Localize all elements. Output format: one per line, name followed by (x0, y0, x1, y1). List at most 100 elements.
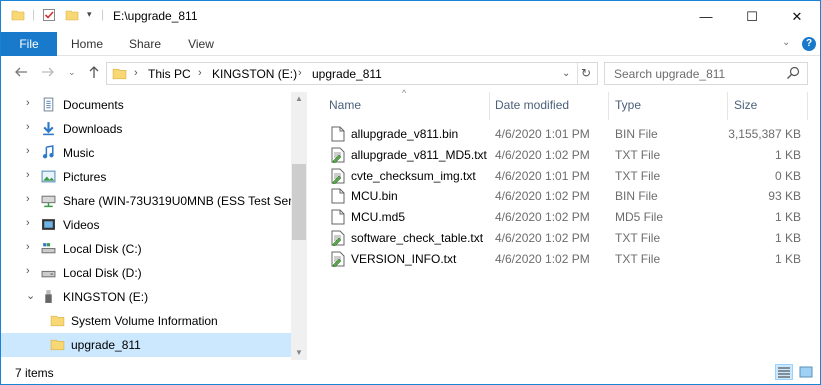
file-size: 1 KB (774, 147, 801, 162)
chevron-right-icon: › (198, 67, 202, 79)
chevron-right-icon: › (298, 67, 302, 79)
nav-item[interactable]: › Pictures (1, 165, 291, 189)
close-button[interactable]: ✕ (774, 1, 820, 32)
breadcrumb-upgrade-811[interactable]: upgrade_811 (312, 67, 382, 81)
file-row[interactable]: software_check_table.txt 4/6/2020 1:02 PM… (327, 227, 807, 248)
nav-item[interactable]: ⌄ KINGSTON (E:) (1, 285, 291, 309)
file-name: MCU.bin (351, 189, 398, 204)
nav-item[interactable]: › Local Disk (C:) (1, 237, 291, 261)
nav-item[interactable]: upgrade_811 (1, 333, 291, 357)
file-name: VERSION_INFO.txt (351, 251, 457, 266)
file-row[interactable]: allupgrade_v811_MD5.txt 4/6/2020 1:02 PM T… (327, 144, 807, 165)
chevron-right-icon[interactable]: › (26, 241, 30, 253)
back-button[interactable] (14, 65, 28, 82)
search-input[interactable]: Search upgrade_811 (604, 62, 808, 85)
chevron-right-icon[interactable]: › (26, 193, 30, 205)
column-divider[interactable] (727, 92, 728, 120)
nav-item[interactable]: › Music (1, 141, 291, 165)
file-name: cvte_checksum_img.txt (351, 168, 476, 183)
details-view-button[interactable] (775, 364, 793, 380)
nav-item-label: upgrade_811 (71, 338, 141, 352)
folder-icon (112, 66, 127, 84)
chevron-right-icon[interactable]: › (26, 97, 30, 109)
nav-item-label: Local Disk (D:) (63, 266, 142, 280)
forward-button[interactable] (41, 65, 55, 82)
text-file-icon (331, 168, 345, 184)
file-row[interactable]: MCU.md5 4/6/2020 1:02 PM MD5 File 1 KB (327, 206, 807, 227)
new-folder-icon[interactable] (65, 8, 79, 25)
tab-share[interactable]: Share (121, 32, 169, 56)
properties-icon[interactable] (42, 8, 56, 25)
large-icons-view-button[interactable] (797, 364, 815, 380)
nav-item[interactable]: › Downloads (1, 117, 291, 141)
chevron-right-icon[interactable]: › (26, 121, 30, 133)
expand-ribbon-icon[interactable]: ⌄ (782, 37, 790, 48)
breadcrumb-kingston[interactable]: KINGSTON (E:) (212, 67, 297, 81)
column-header-date[interactable]: Date modified (495, 98, 569, 112)
help-icon[interactable]: ? (802, 37, 816, 51)
scroll-up-icon[interactable]: ▲ (295, 94, 303, 103)
nav-scrollbar[interactable]: ▲ ▼ (291, 92, 307, 360)
nav-item[interactable]: › Share (WIN-73U319U0MNB (ESS Test Server (1, 189, 307, 213)
nav-item-label: Share (WIN-73U319U0MNB (ESS Test Server (63, 194, 307, 208)
nav-icon (41, 121, 56, 139)
details-view-icon (778, 367, 790, 378)
nav-item-label: Downloads (63, 122, 123, 136)
column-divider[interactable] (807, 92, 808, 120)
nav-item[interactable]: System Volume Information (1, 309, 291, 333)
file-row[interactable]: allupgrade_v811.bin 4/6/2020 1:01 PM BIN F… (327, 123, 807, 144)
recent-locations-icon[interactable]: ⌄ (68, 67, 76, 78)
file-date: 4/6/2020 1:02 PM (495, 231, 590, 245)
tab-file[interactable]: File (1, 32, 57, 56)
file-type-icon (331, 251, 345, 270)
sort-up-icon: ^ (402, 88, 407, 98)
column-divider[interactable] (608, 92, 609, 120)
nav-item[interactable]: › Local Disk (D:) (1, 261, 291, 285)
up-button[interactable] (87, 65, 101, 82)
chevron-right-icon: › (134, 67, 138, 79)
column-header-size[interactable]: Size (734, 98, 757, 112)
breadcrumb-this-pc[interactable]: This PC (148, 67, 191, 81)
customize-toolbar-icon[interactable]: ▾ (87, 9, 92, 20)
folder-icon (11, 8, 25, 25)
nav-icon (41, 289, 56, 307)
file-row[interactable]: cvte_checksum_img.txt 4/6/2020 1:01 PM TXT… (327, 165, 807, 186)
nav-icon (50, 313, 65, 331)
address-dropdown-icon[interactable]: ⌄ (562, 68, 570, 79)
chevron-down-icon[interactable]: ⌄ (26, 289, 35, 302)
file-type-icon (331, 209, 345, 228)
title-bar: | ▾ | E:\upgrade_811 — ☐ ✕ (1, 1, 820, 32)
file-row[interactable]: MCU.bin 4/6/2020 1:02 PM BIN File 93 KB (327, 185, 807, 206)
nav-item-label: Pictures (63, 170, 107, 184)
chevron-right-icon[interactable]: › (26, 169, 30, 181)
minimize-button[interactable]: — (683, 1, 729, 32)
tab-home[interactable]: Home (63, 32, 111, 56)
refresh-icon[interactable]: ↻ (581, 66, 591, 80)
tab-view[interactable]: View (177, 32, 225, 56)
column-header-type[interactable]: Type (615, 98, 641, 112)
file-row[interactable]: VERSION_INFO.txt 4/6/2020 1:02 PM TXT File… (327, 248, 807, 269)
column-header-name[interactable]: Name (329, 98, 361, 112)
videos-icon (42, 219, 55, 230)
chevron-right-icon[interactable]: › (26, 145, 30, 157)
ribbon-tabs: File Home Share View ⌄ ? (1, 32, 820, 56)
file-size: 3,155,387 KB (728, 127, 801, 141)
maximize-button[interactable]: ☐ (729, 1, 775, 32)
nav-item[interactable]: › Documents (1, 93, 291, 117)
close-icon: ✕ (791, 8, 803, 24)
nav-icon (41, 217, 56, 235)
nav-item-label: Music (63, 146, 95, 160)
file-date: 4/6/2020 1:01 PM (495, 168, 590, 183)
back-arrow-icon (15, 67, 27, 77)
scrollbar-thumb[interactable] (292, 164, 306, 240)
file-date: 4/6/2020 1:02 PM (495, 210, 590, 225)
address-bar[interactable]: › This PC › KINGSTON (E:) › upgrade_811 … (106, 62, 598, 85)
chevron-right-icon[interactable]: › (26, 265, 30, 277)
file-size: 1 KB (774, 210, 801, 225)
column-divider[interactable] (489, 92, 490, 120)
chevron-right-icon[interactable]: › (26, 217, 30, 229)
nav-item[interactable]: › Videos (1, 213, 291, 237)
status-bar: 7 items (1, 360, 820, 384)
scroll-down-icon[interactable]: ▼ (295, 348, 303, 357)
file-type: TXT File (615, 147, 661, 162)
